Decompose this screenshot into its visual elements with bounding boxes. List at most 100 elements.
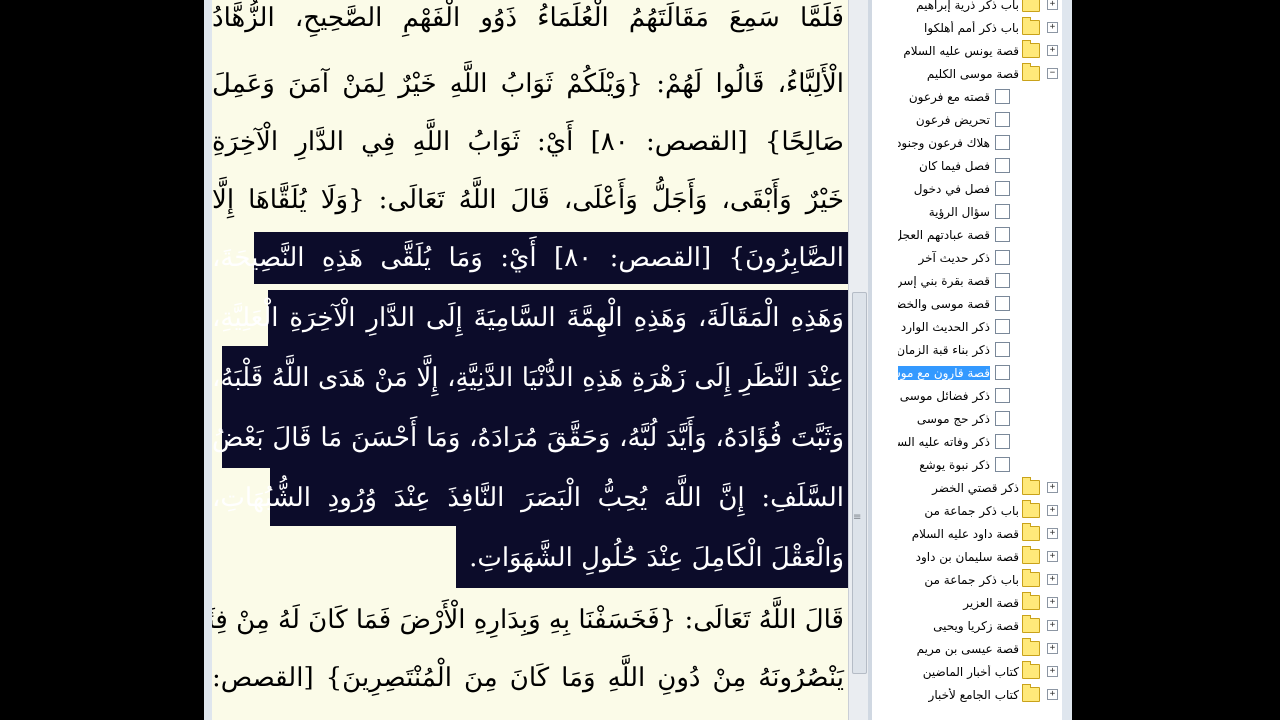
- tree-leaf-item[interactable]: ذكر حج موسى: [898, 407, 1010, 430]
- text-scrollbar[interactable]: ≡: [848, 0, 869, 720]
- tree-leaf-item[interactable]: قصة موسى والخضر: [898, 292, 1010, 315]
- tree-leaf-item[interactable]: ذكر فضائل موسى: [898, 384, 1010, 407]
- expand-icon[interactable]: +: [1047, 482, 1058, 493]
- tree-item-label[interactable]: باب ذكر ذرية إبراهيم: [899, 0, 1019, 12]
- book-text-pane[interactable]: فَلَمَّا سَمِعَ مَقَالَتَهُمُ الْعُلَمَا…: [212, 0, 848, 720]
- checkbox[interactable]: [995, 158, 1010, 173]
- tree-leaf-item[interactable]: قصته مع فرعون: [898, 85, 1010, 108]
- tree-folder-item[interactable]: قصة يونس عليه السلام +: [899, 39, 1058, 62]
- tree-item-label[interactable]: تحريض فرعون: [898, 113, 990, 127]
- tree-leaf-item[interactable]: ذكر حديث آخر: [898, 246, 1010, 269]
- folder-icon: [1022, 638, 1040, 656]
- tree-leaf-item[interactable]: قصة قارون مع موسى: [897, 361, 1010, 384]
- tree-item-label[interactable]: ذكر بناء قبة الزمان: [898, 343, 990, 357]
- checkbox[interactable]: [995, 181, 1010, 196]
- tree-item-label[interactable]: قصته مع فرعون: [898, 90, 990, 104]
- tree-item-label[interactable]: ذكر الحديث الوارد: [898, 320, 990, 334]
- tree-item-label[interactable]: قصة زكريا ويحيى: [899, 619, 1019, 633]
- expand-icon[interactable]: +: [1047, 528, 1058, 539]
- tree-item-label[interactable]: قصة عيسى بن مريم: [899, 642, 1019, 656]
- scrollbar-thumb[interactable]: [852, 292, 867, 674]
- tree-leaf-item[interactable]: ذكر وفاته عليه السلام: [898, 430, 1010, 453]
- tree-item-label[interactable]: ذكر نبوة يوشع: [898, 458, 990, 472]
- checkbox[interactable]: [995, 204, 1010, 219]
- checkbox[interactable]: [995, 250, 1010, 265]
- tree-item-label[interactable]: كتاب الجامع لأخبار: [899, 688, 1019, 702]
- expand-icon[interactable]: +: [1047, 551, 1058, 562]
- tree-item-label[interactable]: باب ذكر أمم أهلكوا: [899, 21, 1019, 35]
- tree-item-label[interactable]: كتاب أخبار الماضين: [899, 665, 1019, 679]
- tree-folder-item[interactable]: قصة العزير +: [899, 591, 1058, 614]
- tree-folder-item[interactable]: قصة موسى الكليم −: [899, 62, 1058, 85]
- checkbox[interactable]: [995, 319, 1010, 334]
- checkbox[interactable]: [995, 388, 1010, 403]
- tree-leaf-item[interactable]: فصل في دخول: [898, 177, 1010, 200]
- tree-item-label[interactable]: سؤال الرؤية: [898, 205, 990, 219]
- tree-item-label[interactable]: باب ذكر جماعة من: [899, 504, 1019, 518]
- tree-folder-item[interactable]: كتاب الجامع لأخبار +: [899, 683, 1058, 706]
- tree-item-label[interactable]: هلاك فرعون وجنوده: [898, 136, 990, 150]
- tree-leaf-item[interactable]: قصة عبادتهم العجل: [898, 223, 1010, 246]
- expand-icon[interactable]: +: [1047, 689, 1058, 700]
- tree-item-label[interactable]: قصة موسى والخضر: [898, 297, 990, 311]
- folder-icon: [1022, 661, 1040, 679]
- tree-item-label[interactable]: ذكر حديث آخر: [898, 251, 990, 265]
- tree-item-label[interactable]: قصة يونس عليه السلام: [899, 44, 1019, 58]
- tree-item-label[interactable]: قصة بقرة بني إسرائيل: [898, 274, 990, 288]
- expand-icon[interactable]: +: [1047, 505, 1058, 516]
- tree-leaf-item[interactable]: هلاك فرعون وجنوده: [898, 131, 1010, 154]
- tree-item-label[interactable]: قصة عبادتهم العجل: [898, 228, 990, 242]
- tree-folder-item[interactable]: قصة داود عليه السلام +: [899, 522, 1058, 545]
- checkbox[interactable]: [995, 135, 1010, 150]
- tree-folder-item[interactable]: كتاب أخبار الماضين +: [899, 660, 1058, 683]
- expand-icon[interactable]: +: [1047, 643, 1058, 654]
- expand-icon[interactable]: +: [1047, 22, 1058, 33]
- checkbox[interactable]: [995, 365, 1010, 380]
- collapse-icon[interactable]: −: [1047, 68, 1058, 79]
- tree-item-label[interactable]: ذكر حج موسى: [898, 412, 990, 426]
- checkbox[interactable]: [995, 296, 1010, 311]
- checkbox[interactable]: [995, 273, 1010, 288]
- checkbox[interactable]: [995, 112, 1010, 127]
- tree-item-label[interactable]: باب ذكر جماعة من: [899, 573, 1019, 587]
- checkbox[interactable]: [995, 457, 1010, 472]
- tree-item-label[interactable]: قصة قارون مع موسى: [897, 364, 991, 381]
- expand-icon[interactable]: +: [1047, 620, 1058, 631]
- tree-leaf-item[interactable]: قصة بقرة بني إسرائيل: [898, 269, 1010, 292]
- expand-icon[interactable]: +: [1047, 666, 1058, 677]
- tree-folder-item[interactable]: قصة سليمان بن داود +: [899, 545, 1058, 568]
- expand-icon[interactable]: +: [1047, 45, 1058, 56]
- tree-item-label[interactable]: فصل فيما كان: [898, 159, 990, 173]
- tree-folder-item[interactable]: باب ذكر جماعة من +: [899, 568, 1058, 591]
- tree-item-label[interactable]: قصة داود عليه السلام: [899, 527, 1019, 541]
- tree-folder-item[interactable]: باب ذكر أمم أهلكوا +: [899, 16, 1058, 39]
- tree-item-label[interactable]: ذكر وفاته عليه السلام: [898, 435, 990, 449]
- tree-leaf-item[interactable]: ذكر بناء قبة الزمان: [898, 338, 1010, 361]
- checkbox[interactable]: [995, 227, 1010, 242]
- expand-icon[interactable]: +: [1047, 597, 1058, 608]
- tree-item-label[interactable]: قصة سليمان بن داود: [899, 550, 1019, 564]
- text-line: الْأَلِبَّاءُ، قَالُوا لَهُمْ: {وَيْلَكُ…: [212, 69, 844, 99]
- tree-folder-item[interactable]: قصة عيسى بن مريم +: [899, 637, 1058, 660]
- tree-folder-item[interactable]: قصة زكريا ويحيى +: [899, 614, 1058, 637]
- tree-leaf-item[interactable]: سؤال الرؤية: [898, 200, 1010, 223]
- tree-item-label[interactable]: قصة العزير: [899, 596, 1019, 610]
- tree-folder-item[interactable]: باب ذكر جماعة من +: [899, 499, 1058, 522]
- tree-item-label[interactable]: فصل في دخول: [898, 182, 990, 196]
- tree-leaf-item[interactable]: ذكر الحديث الوارد: [898, 315, 1010, 338]
- tree-leaf-item[interactable]: فصل فيما كان: [898, 154, 1010, 177]
- tree-item-label[interactable]: ذكر فضائل موسى: [898, 389, 990, 403]
- expand-icon[interactable]: +: [1047, 0, 1058, 10]
- tree-folder-item[interactable]: باب ذكر ذرية إبراهيم +: [899, 0, 1058, 16]
- checkbox[interactable]: [995, 434, 1010, 449]
- chapters-tree[interactable]: باب ذكر ذرية إبراهيم + باب ذكر أمم أهلكوا +…: [872, 0, 1062, 720]
- checkbox[interactable]: [995, 411, 1010, 426]
- checkbox[interactable]: [995, 342, 1010, 357]
- expand-icon[interactable]: +: [1047, 574, 1058, 585]
- checkbox[interactable]: [995, 89, 1010, 104]
- tree-item-label[interactable]: ذكر قصتي الخضر: [899, 481, 1019, 495]
- tree-leaf-item[interactable]: ذكر نبوة يوشع: [898, 453, 1010, 476]
- tree-folder-item[interactable]: ذكر قصتي الخضر +: [899, 476, 1058, 499]
- tree-item-label[interactable]: قصة موسى الكليم: [899, 67, 1019, 81]
- tree-leaf-item[interactable]: تحريض فرعون: [898, 108, 1010, 131]
